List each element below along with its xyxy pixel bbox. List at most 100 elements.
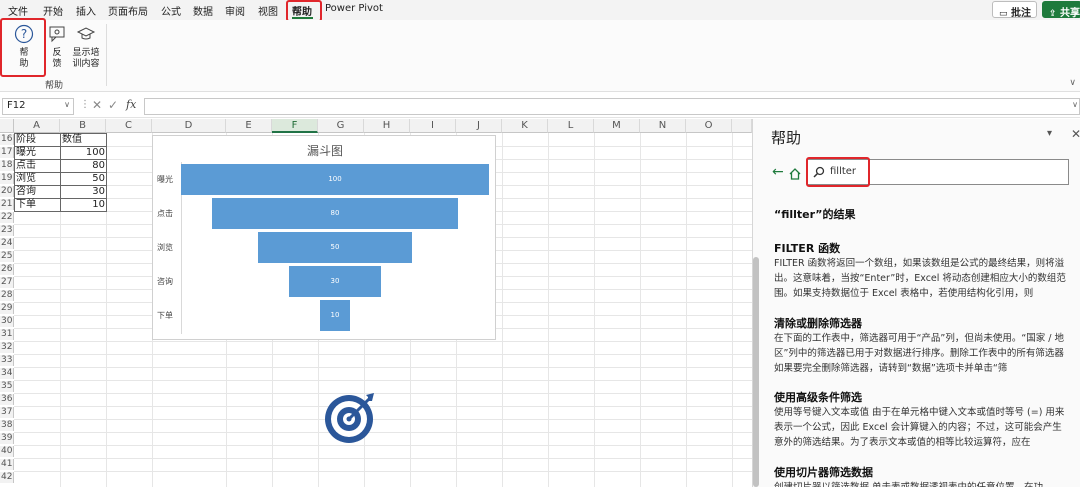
- table-cell-stage[interactable]: 下单: [16, 199, 36, 210]
- row-gridline: [14, 432, 752, 433]
- table-cell-stage[interactable]: 咨询: [16, 186, 36, 197]
- menu-file[interactable]: 文件: [8, 3, 28, 18]
- funnel-chart[interactable]: 漏斗图 100 曝光 80 点击 50 浏览 30 咨询 10 下单: [152, 135, 496, 340]
- comment-button[interactable]: ▭ 批注: [992, 1, 1037, 19]
- row-header[interactable]: 27: [0, 277, 14, 288]
- menu-home[interactable]: 开始: [43, 3, 63, 18]
- table-cell-value[interactable]: 10: [62, 199, 105, 210]
- share-button[interactable]: ⇪ 共享: [1042, 1, 1080, 19]
- collapse-ribbon-icon[interactable]: ∨: [1069, 78, 1076, 88]
- row-header[interactable]: 33: [0, 355, 14, 366]
- funnel-bar[interactable]: 30: [288, 266, 382, 297]
- row-header[interactable]: 38: [0, 420, 14, 431]
- col-header-n[interactable]: N: [640, 119, 686, 133]
- row-header[interactable]: 30: [0, 316, 14, 327]
- col-header-l[interactable]: L: [548, 119, 594, 133]
- scrollbar-thumb[interactable]: [753, 257, 759, 487]
- row-header[interactable]: 31: [0, 329, 14, 340]
- row-header[interactable]: 16: [0, 134, 14, 145]
- row-gridline: [14, 406, 752, 407]
- feedback-button[interactable]: 反 馈: [46, 24, 68, 74]
- target-icon: [325, 393, 374, 443]
- menu-view[interactable]: 视图: [258, 3, 278, 18]
- row-header[interactable]: 37: [0, 407, 14, 418]
- select-all-corner[interactable]: [0, 119, 14, 133]
- row-header[interactable]: 28: [0, 290, 14, 301]
- show-training-button[interactable]: 显示培 训内容: [70, 24, 102, 74]
- row-gridline: [14, 458, 752, 459]
- table-cell-stage[interactable]: 曝光: [16, 147, 36, 158]
- menu-data[interactable]: 数据: [193, 3, 213, 18]
- table-header-value[interactable]: 数值: [62, 134, 82, 145]
- result-title[interactable]: 清除或删除筛选器: [774, 315, 862, 331]
- col-header-h[interactable]: H: [364, 119, 410, 133]
- col-header-o[interactable]: O: [686, 119, 732, 133]
- col-header-a[interactable]: A: [14, 119, 60, 133]
- menu-power-pivot[interactable]: Power Pivot: [325, 3, 383, 14]
- row-gridline: [14, 354, 752, 355]
- formula-input[interactable]: [144, 98, 1080, 115]
- table-cell-value[interactable]: 80: [62, 160, 105, 171]
- row-header[interactable]: 32: [0, 342, 14, 353]
- row-header[interactable]: 23: [0, 225, 14, 236]
- feedback-button-label: 反 馈: [52, 48, 62, 69]
- col-header-i[interactable]: I: [410, 119, 456, 133]
- col-header-m[interactable]: M: [594, 119, 640, 133]
- result-title[interactable]: 使用高级条件筛选: [774, 389, 862, 405]
- funnel-bar[interactable]: 50: [258, 232, 412, 263]
- row-header[interactable]: 36: [0, 394, 14, 405]
- row-header[interactable]: 39: [0, 433, 14, 444]
- close-icon[interactable]: ✕: [1071, 127, 1080, 141]
- table-cell-stage[interactable]: 点击: [16, 160, 36, 171]
- funnel-bar[interactable]: 10: [319, 300, 351, 331]
- pane-options-icon[interactable]: ▾: [1047, 128, 1052, 139]
- col-header-j[interactable]: J: [456, 119, 502, 133]
- row-header[interactable]: 42: [0, 472, 14, 483]
- confirm-icon[interactable]: ✓: [108, 98, 118, 112]
- col-header-d[interactable]: D: [152, 119, 226, 133]
- table-cell-value[interactable]: 100: [62, 147, 105, 158]
- row-header[interactable]: 40: [0, 446, 14, 457]
- menu-formulas[interactable]: 公式: [161, 3, 181, 18]
- name-box[interactable]: F12 ∨: [2, 98, 74, 115]
- menu-review[interactable]: 审阅: [225, 3, 245, 18]
- col-header-k[interactable]: K: [502, 119, 548, 133]
- menu-insert[interactable]: 插入: [76, 3, 96, 18]
- expand-formula-icon[interactable]: ∨: [1072, 100, 1078, 109]
- col-header-f[interactable]: F: [272, 119, 318, 133]
- table-cell-stage[interactable]: 浏览: [16, 173, 36, 184]
- result-title[interactable]: FILTER 函数: [774, 240, 840, 256]
- category-label: 浏览: [157, 242, 173, 252]
- row-header[interactable]: 21: [0, 199, 14, 210]
- table-header-stage[interactable]: 阶段: [16, 134, 36, 145]
- row-header[interactable]: 34: [0, 368, 14, 379]
- col-header-b[interactable]: B: [60, 119, 106, 133]
- row-header[interactable]: 18: [0, 160, 14, 171]
- col-header-g[interactable]: G: [318, 119, 364, 133]
- result-body: FILTER 函数将返回一个数组，如果该数组是公式的最终结果，则将溢出。这意味着…: [774, 258, 1066, 299]
- table-cell-value[interactable]: 50: [62, 173, 105, 184]
- row-header[interactable]: 35: [0, 381, 14, 392]
- row-header[interactable]: 20: [0, 186, 14, 197]
- result-title[interactable]: 使用切片器筛选数据: [774, 464, 873, 480]
- funnel-bar[interactable]: 100: [181, 164, 489, 195]
- home-icon[interactable]: [788, 167, 802, 181]
- col-header-e[interactable]: E: [226, 119, 272, 133]
- cancel-icon[interactable]: ✕: [92, 98, 102, 112]
- back-icon[interactable]: ←: [772, 164, 784, 180]
- row-header[interactable]: 41: [0, 459, 14, 470]
- row-header[interactable]: 22: [0, 212, 14, 223]
- row-header[interactable]: 26: [0, 264, 14, 275]
- table-cell-value[interactable]: 30: [62, 186, 105, 197]
- row-header[interactable]: 19: [0, 173, 14, 184]
- row-header[interactable]: 17: [0, 147, 14, 158]
- chevron-down-icon[interactable]: ∨: [64, 100, 70, 109]
- menu-page-layout[interactable]: 页面布局: [108, 3, 148, 18]
- fx-icon[interactable]: fx: [126, 98, 136, 111]
- funnel-bar[interactable]: 80: [211, 198, 459, 229]
- bar-data-label: 100: [328, 175, 342, 183]
- col-header-c[interactable]: C: [106, 119, 152, 133]
- row-header[interactable]: 29: [0, 303, 14, 314]
- row-header[interactable]: 25: [0, 251, 14, 262]
- row-header[interactable]: 24: [0, 238, 14, 249]
